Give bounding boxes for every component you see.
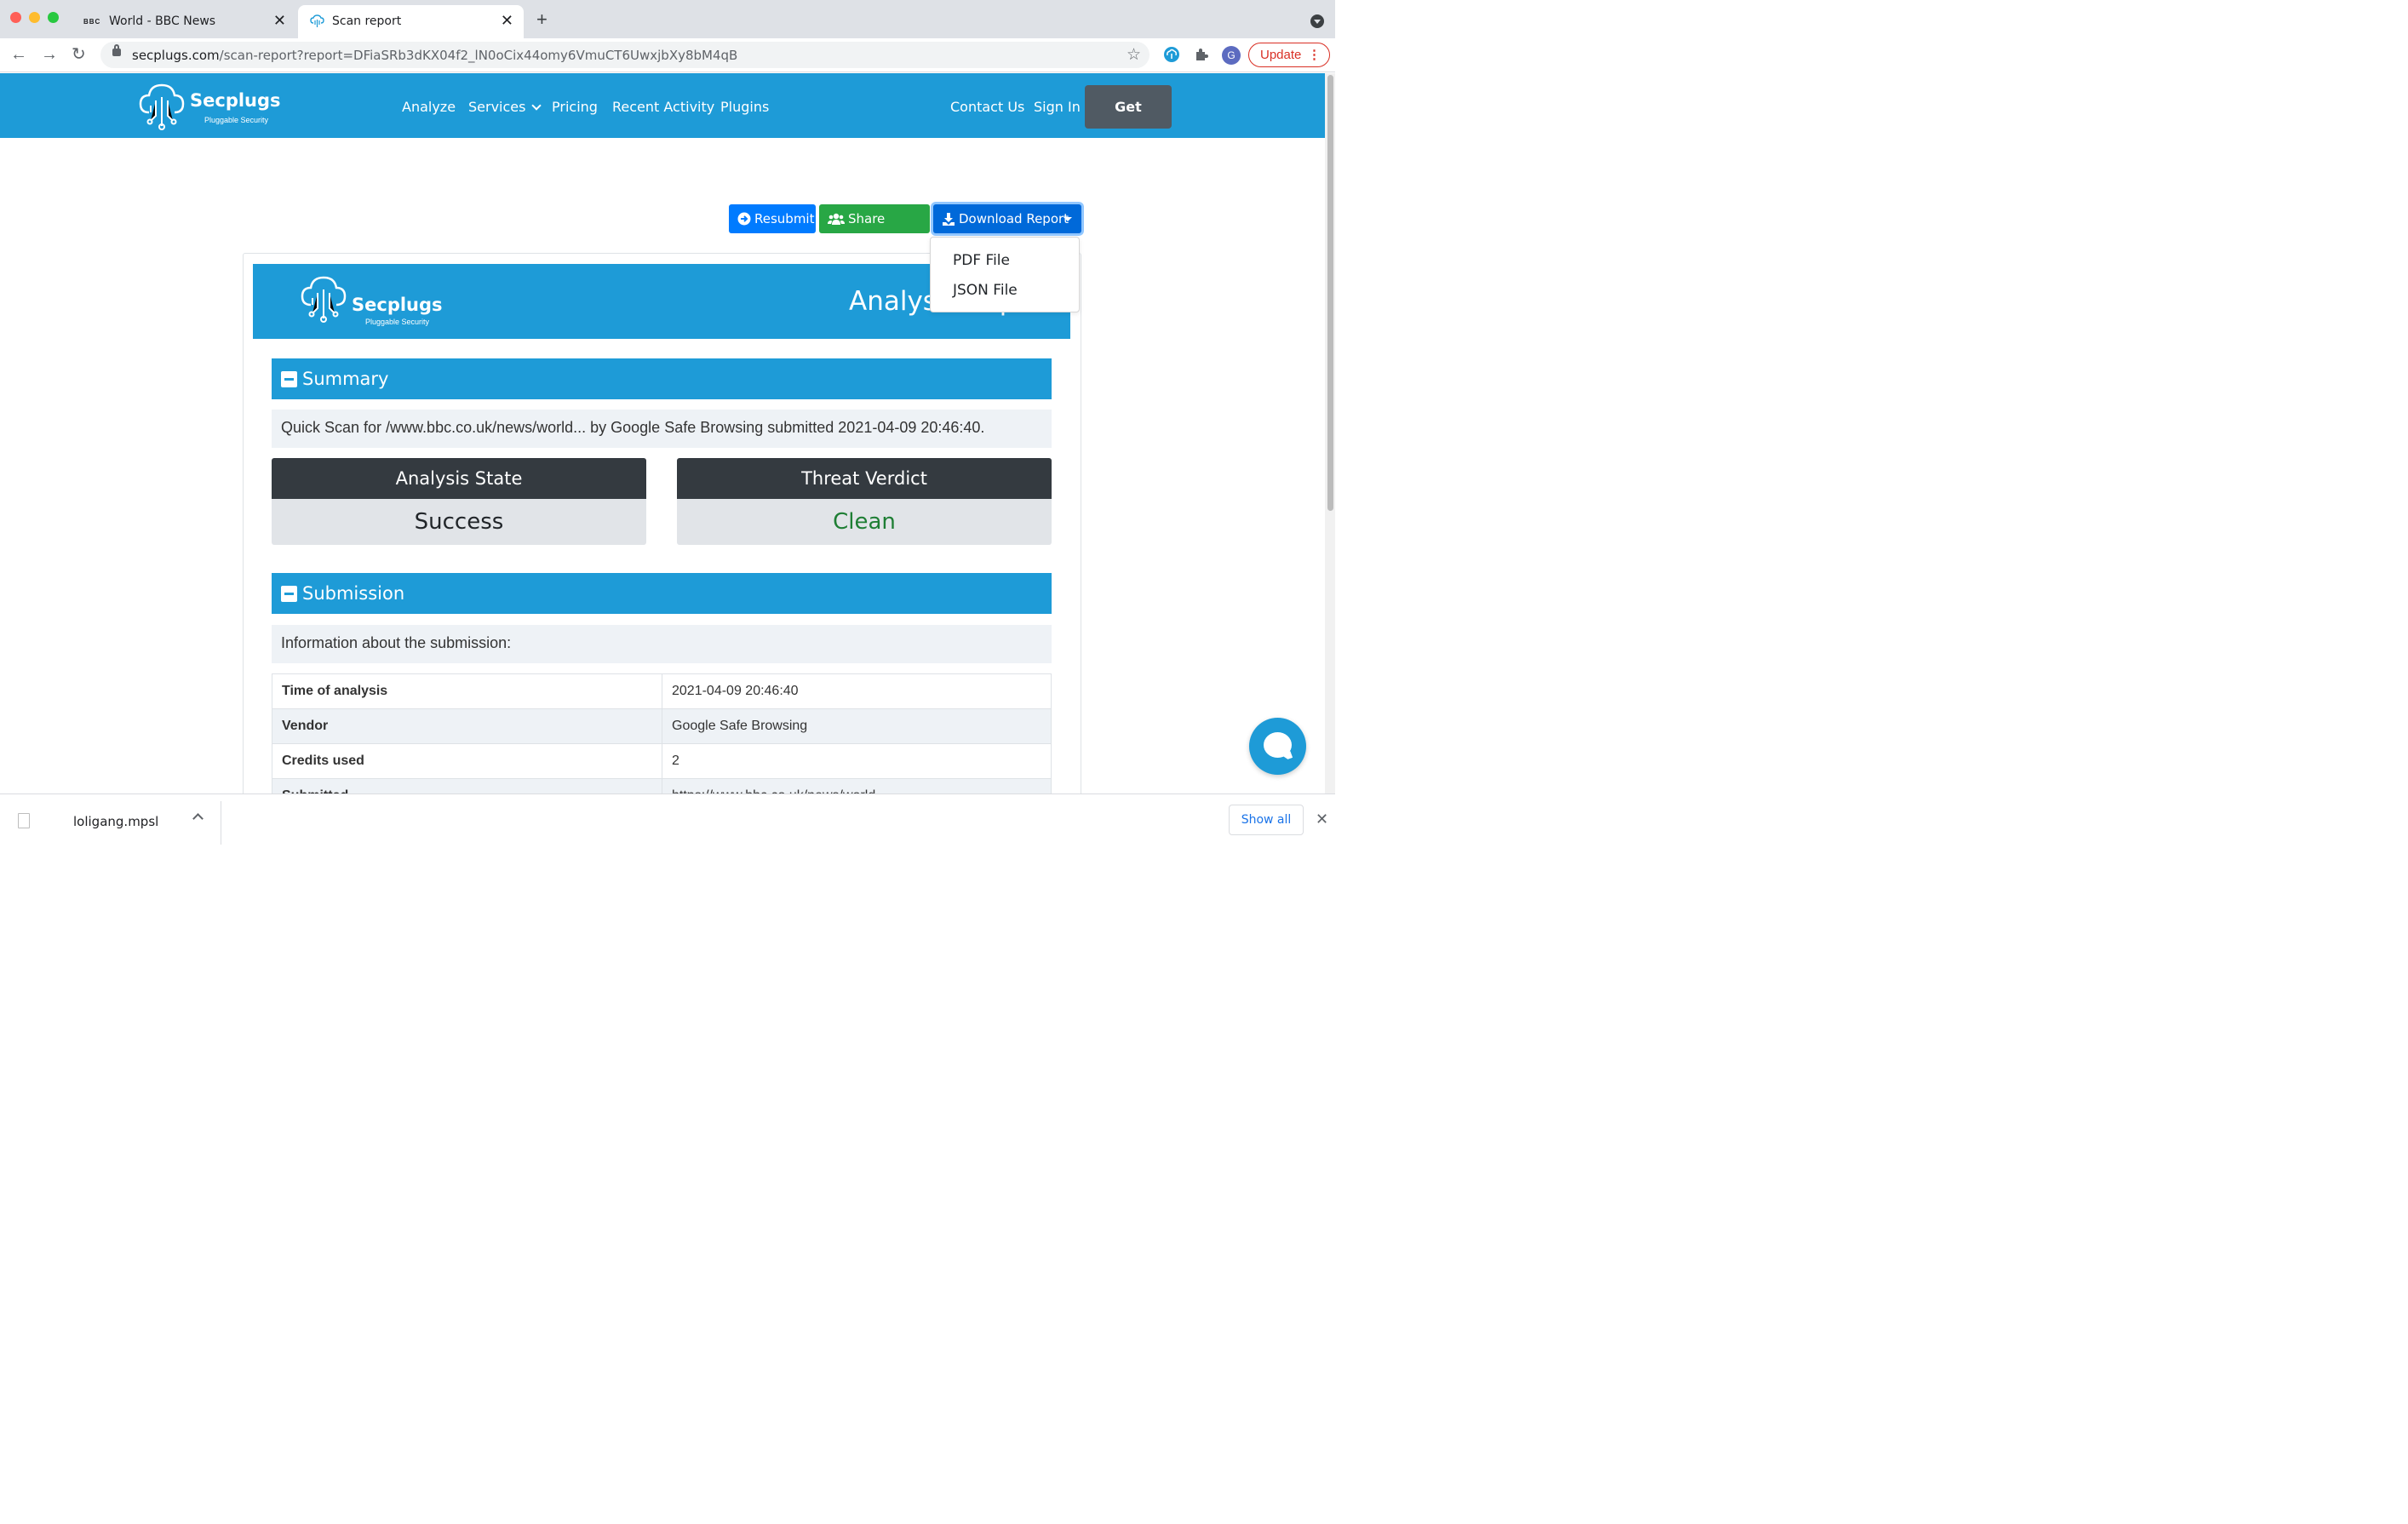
tab-scan-report[interactable]: Scan report ✕: [298, 5, 524, 38]
chevron-up-icon[interactable]: [192, 813, 204, 824]
table-row: Vendor Google Safe Browsing: [272, 708, 1052, 744]
new-tab-button[interactable]: +: [536, 10, 548, 29]
back-arrow-icon[interactable]: ←: [10, 45, 27, 64]
resubmit-button[interactable]: Resubmit: [729, 204, 816, 233]
nav-pricing[interactable]: Pricing: [552, 99, 598, 115]
window-minimize-button[interactable]: [29, 12, 40, 23]
tab-search-icon[interactable]: [1310, 14, 1324, 28]
caret-down-icon: [1064, 217, 1072, 221]
dropdown-item-pdf[interactable]: PDF File: [953, 252, 1010, 269]
threat-verdict-box: Threat Verdict Clean: [677, 458, 1052, 545]
summary-text: Quick Scan for /www.bbc.co.uk/news/world…: [272, 410, 1052, 448]
table-value: Google Safe Browsing: [662, 708, 1052, 744]
site-navbar: Secplugs Pluggable Security Analyze Serv…: [0, 73, 1325, 158]
file-icon: [18, 813, 30, 828]
nav-recent-activity[interactable]: Recent Activity: [612, 99, 714, 115]
table-value: 2: [662, 743, 1052, 779]
more-vertical-icon: ⋮: [1308, 48, 1321, 62]
tab-title: World - BBC News: [109, 14, 216, 28]
brand-tagline: Pluggable Security: [204, 116, 269, 124]
analysis-state-label: Analysis State: [272, 458, 646, 499]
page-scrollbar[interactable]: [1325, 73, 1335, 794]
scrollbar-thumb[interactable]: [1327, 75, 1333, 511]
forward-arrow-icon[interactable]: →: [41, 45, 58, 64]
submission-section-header[interactable]: Submission: [272, 573, 1052, 614]
reload-icon[interactable]: ↻: [72, 45, 86, 64]
summary-heading: Summary: [302, 369, 389, 389]
download-report-label: Download Report: [959, 211, 1069, 226]
site-logo[interactable]: Secplugs Pluggable Security: [139, 82, 284, 131]
resubmit-label: Resubmit: [754, 211, 815, 226]
collapse-minus-icon[interactable]: [281, 586, 297, 602]
tab-bbc-news[interactable]: BBC World - BBC News ✕: [75, 5, 296, 38]
nav-sign-in[interactable]: Sign In: [1034, 99, 1081, 115]
threat-verdict-label: Threat Verdict: [677, 458, 1052, 499]
url-text: secplugs.com/scan-report?report=DFiaSRb3…: [132, 48, 738, 63]
browser-update-button[interactable]: Update ⋮: [1248, 43, 1330, 67]
secplugs-extension-icon[interactable]: [1163, 46, 1180, 63]
download-dropdown-menu: PDF File JSON File: [930, 237, 1080, 312]
submission-heading: Submission: [302, 583, 405, 604]
window-zoom-button[interactable]: [48, 12, 59, 23]
brand-name: Secplugs: [190, 90, 281, 111]
nav-services[interactable]: Services: [468, 99, 540, 115]
address-bar[interactable]: secplugs.com/scan-report?report=DFiaSRb3…: [100, 42, 1150, 68]
submission-intro: Information about the submission:: [272, 625, 1052, 663]
table-value: 2021-04-09 20:46:40: [662, 673, 1052, 709]
secplugs-cloud-icon: [310, 14, 324, 27]
dropdown-item-json[interactable]: JSON File: [953, 282, 1018, 299]
nav-analyze[interactable]: Analyze: [402, 99, 456, 115]
download-icon: [943, 213, 955, 226]
lock-icon: [112, 44, 121, 56]
analysis-state-box: Analysis State Success: [272, 458, 646, 545]
secplugs-logo-icon: [139, 83, 185, 130]
threat-verdict-value: Clean: [677, 499, 1052, 545]
downloads-bar: loligang.mpsl Show all ✕: [0, 794, 1335, 845]
secplugs-logo-icon: [301, 276, 347, 323]
arrow-circle-right-icon: [737, 212, 751, 226]
report-logo: Secplugs Pluggable Security: [301, 272, 454, 326]
bookmark-star-icon[interactable]: ☆: [1127, 45, 1141, 65]
tab-close-icon[interactable]: ✕: [273, 12, 286, 30]
analysis-state-value: Success: [272, 499, 646, 545]
show-all-button[interactable]: Show all: [1229, 805, 1304, 835]
chat-bubble-icon: [1264, 732, 1292, 758]
brand-tagline: Pluggable Security: [365, 318, 430, 326]
tab-close-icon[interactable]: ✕: [501, 12, 513, 30]
table-row: Credits used 2: [272, 743, 1052, 779]
chat-widget-button[interactable]: [1249, 718, 1306, 775]
download-file-name[interactable]: loligang.mpsl: [73, 814, 158, 829]
nav-contact-us[interactable]: Contact Us: [950, 99, 1024, 115]
get-started-button[interactable]: Get started: [1085, 85, 1172, 158]
table-row: Time of analysis 2021-04-09 20:46:40: [272, 673, 1052, 709]
users-icon: [828, 213, 845, 225]
profile-avatar[interactable]: G: [1222, 46, 1241, 65]
window-close-button[interactable]: [10, 12, 21, 23]
browser-tab-bar: BBC World - BBC News ✕ Scan report ✕ +: [0, 0, 1335, 38]
collapse-minus-icon[interactable]: [281, 371, 297, 387]
share-report-button[interactable]: Share Report: [819, 204, 930, 255]
brand-name: Secplugs: [352, 295, 443, 315]
table-key: Time of analysis: [272, 673, 662, 709]
close-icon[interactable]: ✕: [1316, 811, 1328, 828]
table-key: Vendor: [272, 708, 662, 744]
bbc-logo-icon: BBC: [83, 18, 101, 26]
summary-section-header[interactable]: Summary: [272, 358, 1052, 399]
nav-plugins[interactable]: Plugins: [720, 99, 769, 115]
table-key: Credits used: [272, 743, 662, 779]
browser-toolbar: ← → ↻ secplugs.com/scan-report?report=DF…: [0, 38, 1335, 72]
download-report-button[interactable]: Download Report: [933, 204, 1081, 233]
extensions-puzzle-icon[interactable]: [1193, 46, 1210, 63]
tab-title: Scan report: [332, 14, 402, 28]
